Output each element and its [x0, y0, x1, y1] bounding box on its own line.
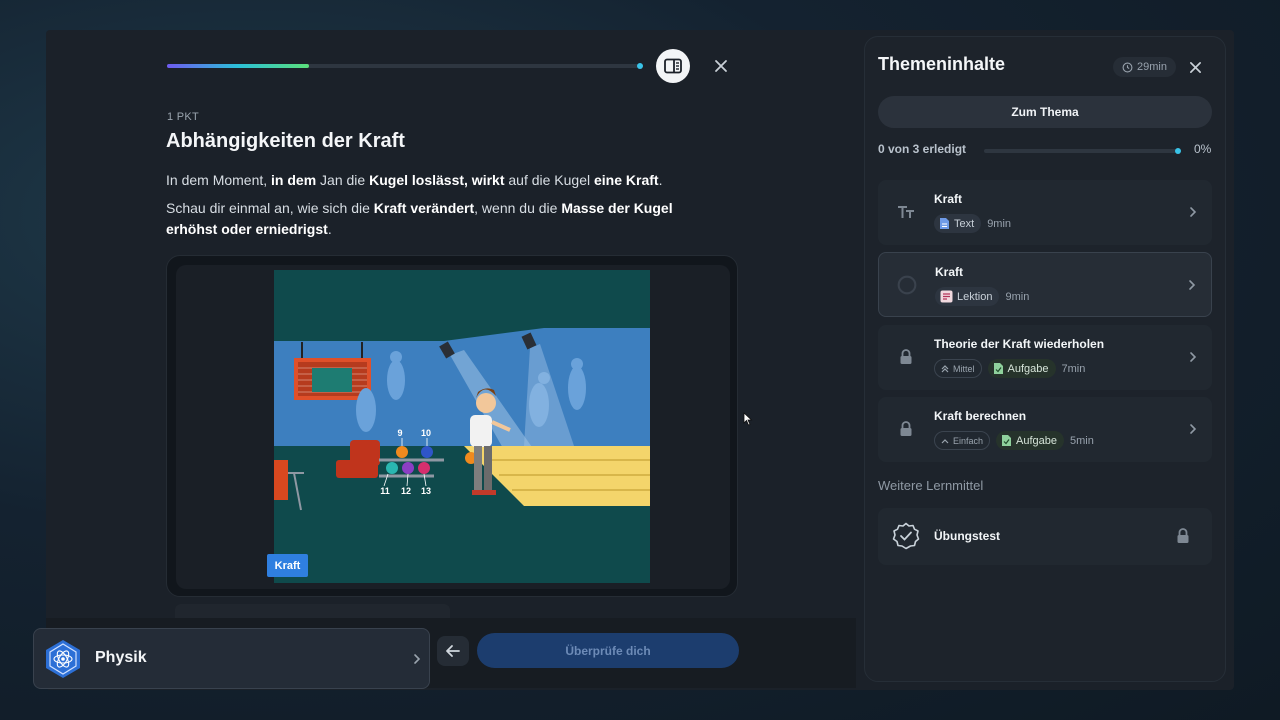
practice-test-item[interactable]: Übungstest: [878, 508, 1212, 565]
check-yourself-button[interactable]: Überprüfe dich: [477, 633, 739, 668]
chevron-right-icon: [1190, 207, 1197, 217]
bowling-simulation[interactable]: 9 10 11 12 13: [274, 270, 650, 583]
lesson-item-kraft-text[interactable]: Kraft Text 9min: [878, 180, 1212, 245]
difficulty-tag: Einfach: [934, 431, 991, 450]
double-chevron-up-icon: [941, 364, 949, 372]
document-icon: [940, 218, 949, 229]
chevron-right-icon: [1190, 424, 1197, 434]
text-size-icon: [896, 202, 916, 222]
lesson-title: Kraft berechnen: [934, 409, 1027, 423]
completion-progress-dot: [1175, 148, 1181, 154]
lesson-meta: Lektion 9min: [935, 287, 1029, 306]
completion-percent: 0%: [1194, 142, 1212, 156]
pin-label-12: 12: [401, 486, 411, 496]
completion-progress-bar: [984, 149, 1179, 153]
close-icon: [1189, 61, 1201, 73]
arrow-left-icon: [446, 645, 460, 657]
difficulty-tag: Mittel: [934, 359, 982, 378]
pin-label-13: 13: [421, 486, 431, 496]
lesson-duration: 7min: [1061, 362, 1086, 375]
lesson-item-theorie-wiederholen[interactable]: Theorie der Kraft wiederholen Mittel Auf…: [878, 325, 1212, 390]
lesson-type-tag: Lektion: [935, 287, 1000, 306]
exercise-text-1: In dem Moment, in dem Jan die Kugel losl…: [166, 172, 663, 188]
duration-chip: 29min: [1113, 57, 1176, 77]
lesson-type-tag: Text: [934, 214, 982, 233]
task-icon: [1002, 435, 1012, 446]
lesson-item-kraft-berechnen[interactable]: Kraft berechnen Einfach Aufgabe 5min: [878, 397, 1212, 462]
lesson-type-tag: Aufgabe: [987, 359, 1056, 378]
more-resources-heading: Weitere Lernmittel: [878, 478, 984, 493]
subject-card-physik[interactable]: Physik: [33, 628, 430, 689]
chevron-right-icon: [1189, 280, 1196, 290]
lesson-type-tag: Aufgabe: [996, 431, 1065, 450]
points-label: 1 PKT: [167, 111, 200, 123]
simulation-card: 9 10 11 12 13: [166, 255, 738, 597]
close-icon: [715, 60, 727, 72]
back-button[interactable]: [437, 636, 469, 666]
lesson-meta: Text 9min: [934, 214, 1011, 233]
lesson-title: Kraft: [935, 265, 964, 279]
badge-check-icon: [892, 522, 920, 550]
pin-label-9: 9: [397, 428, 402, 438]
panel-title: Themeninhalte: [878, 54, 1006, 74]
clock-icon: [1122, 62, 1133, 72]
exercise-progress-bar: [167, 64, 641, 68]
go-to-topic-button[interactable]: Zum Thema: [878, 96, 1212, 128]
chevron-right-icon: [1190, 352, 1197, 362]
progress-end-dot: [637, 63, 643, 69]
lesson-meta: Einfach Aufgabe 5min: [934, 431, 1094, 450]
completion-label: 0 von 3 erledigt: [878, 142, 967, 156]
kraft-button[interactable]: Kraft: [267, 554, 308, 577]
chevron-right-icon: [414, 654, 421, 664]
mouse-cursor-icon: [743, 412, 753, 426]
atom-icon: [46, 640, 80, 678]
lesson-duration: 9min: [987, 217, 1012, 230]
exercise-title: Abhängigkeiten der Kraft: [166, 130, 405, 152]
pin-label-10: 10: [421, 428, 431, 438]
lesson-duration: 9min: [1005, 290, 1030, 303]
lesson-meta: Mittel Aufgabe 7min: [934, 359, 1085, 378]
lesson-duration: 5min: [1070, 434, 1094, 447]
simulation-frame: 9 10 11 12 13: [176, 265, 730, 589]
practice-test-label: Übungstest: [934, 529, 1000, 543]
sidebar-panel-icon: [664, 58, 682, 74]
duration-label: 29min: [1137, 61, 1167, 73]
lesson-title: Kraft: [934, 192, 963, 206]
close-panel-button[interactable]: [1185, 57, 1205, 77]
panel-toggle-button[interactable]: [656, 49, 690, 83]
lesson-icon: [940, 290, 953, 303]
chevron-up-icon: [941, 438, 949, 443]
lock-icon: [1177, 528, 1189, 543]
lock-icon: [896, 419, 916, 439]
lesson-title: Theorie der Kraft wiederholen: [934, 337, 1105, 351]
progress-circle-icon: [897, 275, 917, 295]
exercise-progress-fill: [167, 64, 310, 68]
exercise-text-2: Schau dir einmal an, wie sich die Kraft …: [166, 200, 673, 237]
pin-label-11: 11: [380, 486, 390, 496]
close-exercise-button[interactable]: [711, 56, 731, 76]
subject-label: Physik: [95, 649, 147, 666]
task-icon: [993, 363, 1003, 374]
lock-icon: [896, 347, 916, 367]
lesson-item-kraft-lektion[interactable]: Kraft Lektion 9min: [878, 252, 1212, 317]
